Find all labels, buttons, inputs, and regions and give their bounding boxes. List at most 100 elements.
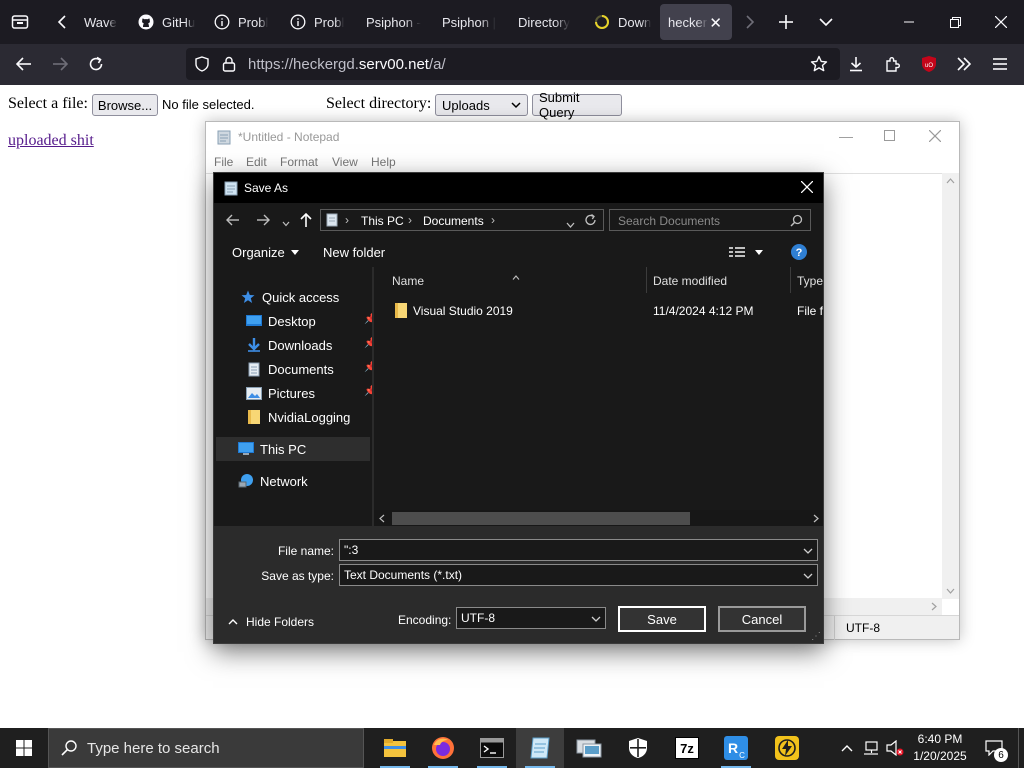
- tab-wave[interactable]: Wave: [76, 4, 132, 40]
- submit-query-button[interactable]: Submit Query: [532, 90, 622, 120]
- taskbar-search-box[interactable]: Type here to search: [48, 728, 364, 768]
- scroll-tabs-left-button[interactable]: [46, 0, 78, 44]
- column-separator[interactable]: [646, 267, 647, 293]
- column-header-date-modified[interactable]: Date modified: [653, 267, 727, 295]
- ublock-origin-button[interactable]: uO: [913, 48, 945, 80]
- column-separator[interactable]: [790, 267, 791, 293]
- notepad-maximize-icon[interactable]: [884, 130, 895, 144]
- nav-downloads[interactable]: Downloads 📌: [246, 333, 376, 357]
- recent-locations-chevron-icon[interactable]: [282, 216, 290, 230]
- notepad-close-icon[interactable]: [928, 129, 942, 145]
- firefox-view-button[interactable]: [0, 0, 40, 44]
- scroll-down-icon[interactable]: [946, 588, 955, 594]
- nav-network[interactable]: Network: [238, 469, 308, 493]
- nav-this-pc[interactable]: This PC: [238, 437, 306, 461]
- back-button[interactable]: [8, 48, 40, 80]
- tab-psiphon-1[interactable]: Psiphon -: [358, 4, 426, 40]
- windows-security-app[interactable]: [614, 728, 662, 768]
- nav-documents[interactable]: Documents 📌: [246, 357, 376, 381]
- notifications-button[interactable]: 6: [978, 728, 1010, 768]
- encoding-select[interactable]: UTF-8: [456, 607, 606, 629]
- tab-hecker-active[interactable]: hecker ✕: [660, 4, 732, 40]
- breadcrumb-documents[interactable]: Documents: [423, 214, 484, 228]
- minimize-button[interactable]: [886, 0, 932, 44]
- browse-button[interactable]: Browse...: [92, 94, 158, 116]
- tracking-protection-shield-icon[interactable]: [194, 56, 210, 77]
- file-name-input[interactable]: ":3: [339, 539, 818, 561]
- menu-format[interactable]: Format: [280, 155, 318, 169]
- menu-help[interactable]: Help: [371, 155, 396, 169]
- directory-select[interactable]: Uploads: [435, 94, 528, 116]
- clock-button[interactable]: 6:40 PM 1/20/2025: [908, 728, 972, 768]
- scroll-left-icon[interactable]: [379, 514, 385, 523]
- more-tools-button[interactable]: [948, 48, 980, 80]
- nav-pictures[interactable]: Pictures 📌: [246, 381, 376, 405]
- nav-desktop[interactable]: Desktop 📌: [246, 309, 376, 333]
- start-button[interactable]: [0, 728, 48, 768]
- scroll-tabs-right-button[interactable]: [736, 0, 764, 44]
- show-hidden-icons-button[interactable]: [838, 728, 856, 768]
- power-app[interactable]: [763, 728, 811, 768]
- dialog-forward-icon[interactable]: [256, 214, 270, 229]
- notepad-title-bar[interactable]: *Untitled - Notepad —: [206, 122, 959, 152]
- network-tray-button[interactable]: [860, 728, 882, 768]
- remote-desktop-app[interactable]: [565, 728, 613, 768]
- nav-nvidialogging[interactable]: NvidiaLogging: [246, 405, 350, 429]
- tab-problem-2[interactable]: Probl: [282, 4, 352, 40]
- terminal-app[interactable]: [468, 728, 516, 768]
- tab-download[interactable]: Down: [586, 4, 656, 40]
- dialog-title-bar[interactable]: Save As: [214, 173, 823, 203]
- address-history-chevron-icon[interactable]: [566, 217, 575, 231]
- tab-directory[interactable]: Directory: [510, 4, 586, 40]
- url-text[interactable]: https://heckergd.serv00.net/a/: [248, 56, 446, 73]
- menu-file[interactable]: File: [214, 155, 233, 169]
- notepad-minimize-icon[interactable]: —: [839, 128, 853, 144]
- volume-tray-button[interactable]: [884, 728, 906, 768]
- search-documents-input[interactable]: Search Documents: [609, 209, 811, 231]
- scrollbar-thumb[interactable]: [392, 512, 690, 525]
- restore-button[interactable]: [932, 0, 978, 44]
- menu-view[interactable]: View: [332, 155, 358, 169]
- forward-button[interactable]: [44, 48, 76, 80]
- resize-grip-icon[interactable]: ⋰: [811, 631, 821, 642]
- 7zip-app[interactable]: 7z: [663, 728, 711, 768]
- reload-button[interactable]: [80, 48, 112, 80]
- bookmark-star-icon[interactable]: [810, 55, 828, 78]
- tab-psiphon-2[interactable]: Psiphon |: [434, 4, 504, 40]
- nav-quick-access[interactable]: Quick access: [240, 285, 339, 309]
- new-tab-button[interactable]: [770, 0, 802, 44]
- file-list-horizontal-scrollbar[interactable]: [374, 510, 823, 526]
- dialog-close-icon[interactable]: [800, 180, 814, 196]
- address-bar[interactable]: › This PC › Documents ›: [320, 209, 604, 231]
- up-folder-icon[interactable]: [300, 212, 312, 230]
- dialog-back-icon[interactable]: [226, 214, 240, 229]
- url-bar[interactable]: https://heckergd.serv00.net/a/: [186, 48, 840, 80]
- scroll-up-icon[interactable]: [946, 178, 955, 184]
- chevron-down-icon[interactable]: [803, 548, 813, 554]
- app-menu-button[interactable]: [984, 48, 1016, 80]
- close-tab-icon[interactable]: ✕: [709, 14, 722, 32]
- scroll-right-icon[interactable]: [813, 514, 819, 523]
- change-view-button[interactable]: [729, 237, 763, 267]
- list-all-tabs-button[interactable]: [810, 0, 842, 44]
- refresh-icon[interactable]: [584, 213, 597, 230]
- lock-icon[interactable]: [222, 56, 236, 77]
- breadcrumb-this-pc[interactable]: This PC: [361, 214, 404, 228]
- rider-app[interactable]: RC: [712, 728, 760, 768]
- scroll-right-icon[interactable]: [931, 602, 937, 611]
- extensions-button[interactable]: [877, 48, 909, 80]
- help-button[interactable]: ?: [791, 237, 807, 267]
- save-as-type-select[interactable]: Text Documents (*.txt): [339, 564, 818, 586]
- hide-folders-button[interactable]: Hide Folders: [228, 615, 314, 629]
- close-window-button[interactable]: [978, 0, 1024, 44]
- file-row[interactable]: Visual Studio 2019 11/4/2024 4:12 PM Fil…: [374, 299, 823, 323]
- show-desktop-button[interactable]: [1018, 728, 1024, 768]
- new-folder-button[interactable]: New folder: [323, 237, 385, 267]
- save-button[interactable]: Save: [618, 606, 706, 632]
- tab-problem-1[interactable]: Probl: [206, 4, 276, 40]
- organize-button[interactable]: Organize: [232, 237, 299, 267]
- firefox-app[interactable]: [419, 728, 467, 768]
- file-explorer-app[interactable]: [371, 728, 419, 768]
- notepad-vertical-scrollbar[interactable]: [942, 173, 959, 599]
- downloads-button[interactable]: [840, 48, 872, 80]
